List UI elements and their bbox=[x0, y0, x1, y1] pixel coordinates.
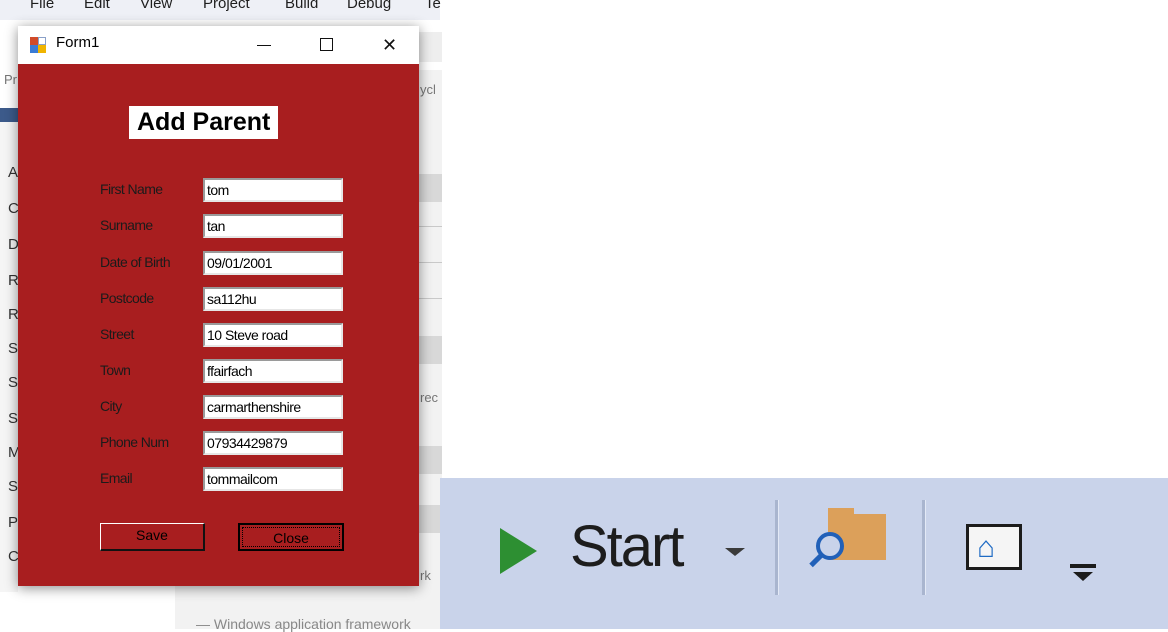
magnifier-handle bbox=[809, 553, 823, 568]
form1-window: Form1 ✕ Add Parent First Name Surname Da… bbox=[18, 26, 419, 586]
save-button[interactable]: Save bbox=[100, 523, 205, 551]
vs-side-snippet: rk bbox=[420, 568, 431, 583]
title-bar[interactable]: Form1 ✕ bbox=[18, 26, 419, 64]
label-date-of-birth: Date of Birth bbox=[100, 254, 171, 270]
menu-build[interactable]: Build bbox=[285, 0, 318, 12]
date-of-birth-input[interactable] bbox=[203, 251, 343, 275]
toolbar-separator bbox=[775, 500, 779, 595]
menu-project[interactable]: Project bbox=[203, 0, 250, 12]
first-name-input[interactable] bbox=[203, 178, 343, 202]
label-surname: Surname bbox=[100, 217, 153, 233]
minimize-button[interactable] bbox=[241, 26, 286, 64]
window-title: Form1 bbox=[56, 34, 100, 51]
menu-view[interactable]: View bbox=[140, 0, 172, 12]
maximize-icon bbox=[320, 38, 333, 51]
vs-left-item[interactable]: S bbox=[8, 410, 18, 427]
vs-divider bbox=[418, 298, 442, 299]
vs-left-item[interactable]: S bbox=[8, 374, 18, 391]
vs-menubar: File Edit View Project Build Debug Te bbox=[0, 0, 441, 20]
close-icon: ✕ bbox=[381, 35, 398, 55]
maximize-button[interactable] bbox=[304, 26, 349, 64]
app-icon bbox=[30, 37, 46, 53]
street-input[interactable] bbox=[203, 323, 343, 347]
label-street: Street bbox=[100, 326, 134, 342]
vs-side-snippet: rec bbox=[420, 390, 439, 405]
vs-left-item[interactable]: S bbox=[8, 340, 18, 357]
overflow-bar bbox=[1070, 564, 1096, 568]
vs-left-item[interactable]: A bbox=[8, 164, 18, 181]
debug-toolbar: Start ⌂ bbox=[440, 478, 1168, 629]
phone-num-input[interactable] bbox=[203, 431, 343, 455]
vs-divider bbox=[418, 226, 442, 227]
vs-left-item[interactable]: P bbox=[8, 514, 18, 531]
dropdown-arrow-icon[interactable] bbox=[725, 548, 745, 556]
menu-edit[interactable]: Edit bbox=[84, 0, 110, 12]
surname-input[interactable] bbox=[203, 214, 343, 238]
vs-divider bbox=[418, 262, 442, 263]
form-client-area: Add Parent First Name Surname Date of Bi… bbox=[18, 64, 419, 586]
vs-bottom-description: — Windows application framework bbox=[196, 616, 411, 632]
close-window-button[interactable]: ✕ bbox=[367, 26, 412, 64]
vs-property-band bbox=[418, 174, 442, 202]
label-city: City bbox=[100, 398, 122, 414]
overflow-icon[interactable] bbox=[1073, 572, 1093, 581]
label-phone-num: Phone Num bbox=[100, 434, 169, 450]
vs-left-text-pr: Pr bbox=[4, 72, 17, 87]
postcode-input[interactable] bbox=[203, 287, 343, 311]
close-button-label: Close bbox=[242, 527, 340, 547]
menu-test[interactable]: Te bbox=[425, 0, 441, 12]
vs-property-band bbox=[418, 505, 442, 533]
city-input[interactable] bbox=[203, 395, 343, 419]
close-button[interactable]: Close bbox=[238, 523, 344, 551]
vs-property-band bbox=[418, 446, 442, 474]
minimize-icon bbox=[257, 45, 271, 46]
label-first-name: First Name bbox=[100, 181, 163, 197]
vs-toolbar-fragment bbox=[418, 32, 442, 62]
vs-property-band bbox=[418, 336, 442, 364]
vs-side-snippet: ycl bbox=[420, 82, 436, 97]
home-glyph: ⌂ bbox=[977, 531, 996, 564]
vs-left-panel: A C D R R S S S M S P C bbox=[0, 122, 21, 592]
toolbar-separator bbox=[922, 500, 926, 595]
label-postcode: Postcode bbox=[100, 290, 154, 306]
email-input[interactable] bbox=[203, 467, 343, 491]
home-icon[interactable]: ⌂ bbox=[966, 524, 1022, 570]
label-email: Email bbox=[100, 470, 133, 486]
play-icon[interactable] bbox=[500, 528, 537, 574]
town-input[interactable] bbox=[203, 359, 343, 383]
form-heading: Add Parent bbox=[129, 106, 279, 139]
label-town: Town bbox=[100, 362, 131, 378]
vs-left-item[interactable]: S bbox=[8, 478, 18, 495]
menu-debug[interactable]: Debug bbox=[347, 0, 391, 12]
start-button[interactable]: Start bbox=[570, 513, 684, 580]
menu-file[interactable]: File bbox=[30, 0, 54, 12]
